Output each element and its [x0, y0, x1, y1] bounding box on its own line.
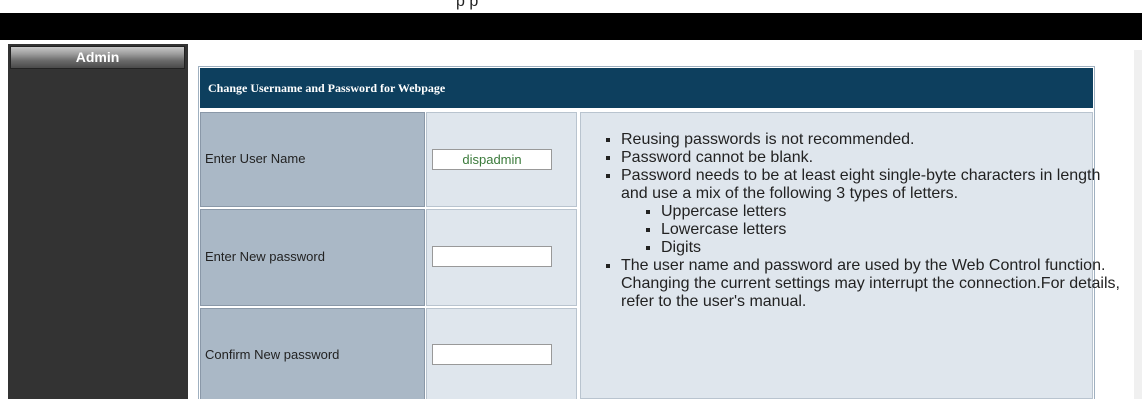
panel-title: Change Username and Password for Webpage: [200, 68, 1093, 108]
password-rules-list: Reusing passwords is not recommended. Pa…: [581, 131, 1121, 311]
confirm-password-input[interactable]: [432, 344, 552, 365]
confirm-password-input-cell: [426, 308, 577, 399]
new-password-input-cell: [426, 209, 577, 306]
rule-item: Password needs to be at least eight sing…: [621, 167, 1121, 257]
letter-types-list: Uppercase letters Lowercase letters Digi…: [621, 203, 1121, 257]
rule-item: The user name and password are used by t…: [621, 257, 1121, 311]
username-input[interactable]: [432, 149, 552, 170]
password-rules-cell: Reusing passwords is not recommended. Pa…: [580, 112, 1120, 399]
sidebar-item-admin[interactable]: Admin: [10, 46, 185, 69]
top-bar-strip: [0, 13, 1142, 40]
confirm-password-label: Confirm New password: [205, 347, 340, 362]
scrollbar-thumb[interactable]: [1134, 40, 1142, 50]
rule-item: Password cannot be blank.: [621, 149, 1121, 167]
top-bar: p p: [0, 0, 1142, 40]
page-header-title: p p: [456, 0, 479, 10]
username-label: Enter User Name: [205, 151, 306, 166]
scrollbar[interactable]: [1134, 50, 1142, 399]
new-password-label: Enter New password: [205, 249, 325, 264]
letter-type-item: Digits: [661, 239, 1121, 257]
letter-type-item: Lowercase letters: [661, 221, 1121, 239]
username-label-cell: Enter User Name: [200, 112, 425, 207]
sidebar: Admin: [8, 44, 188, 399]
rule-item: Reusing passwords is not recommended.: [621, 131, 1121, 149]
new-password-input[interactable]: [432, 246, 552, 267]
username-input-cell: [426, 112, 577, 207]
rule-item-text: Password needs to be at least eight sing…: [621, 167, 1101, 202]
letter-type-item: Uppercase letters: [661, 203, 1121, 221]
confirm-password-label-cell: Confirm New password: [200, 308, 425, 399]
new-password-label-cell: Enter New password: [200, 209, 425, 306]
